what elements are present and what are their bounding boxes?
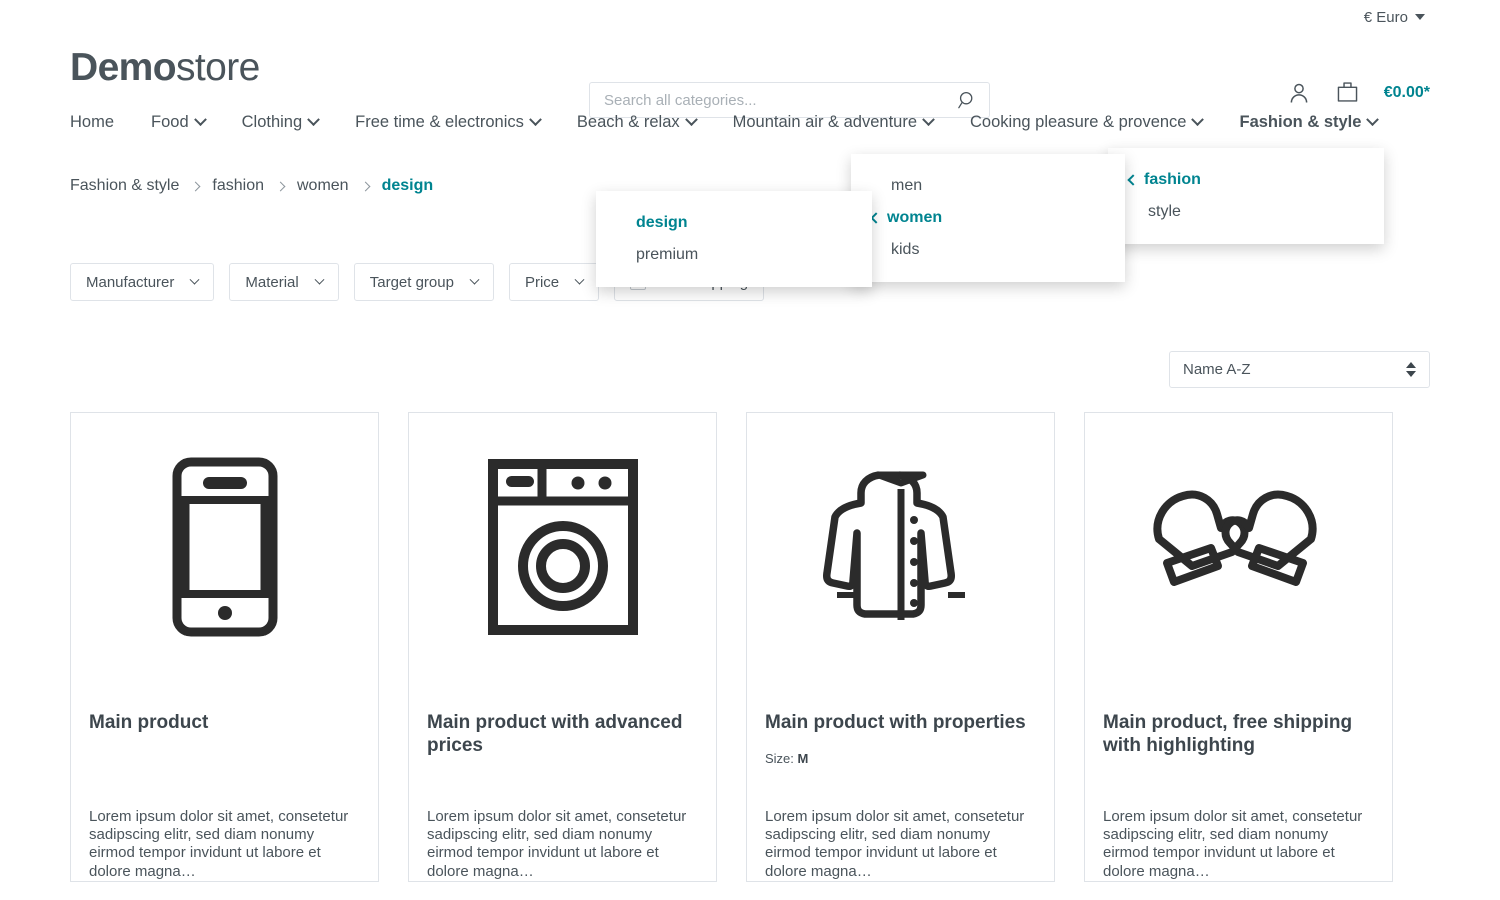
flyout-item-design[interactable]: design: [596, 207, 872, 239]
product-card[interactable]: Main product, free shipping with highlig…: [1084, 412, 1393, 882]
flyout-level-3: fashion style: [1108, 148, 1384, 244]
flyout-item-label: design: [636, 214, 688, 232]
product-image[interactable]: [427, 439, 698, 654]
chevron-left-icon: [1127, 174, 1138, 185]
sort-selected-value: Name A-Z: [1183, 361, 1251, 378]
logo-bold-part: Demo: [70, 46, 176, 89]
nav-item-cooking-pleasure-provence[interactable]: Cooking pleasure & provence: [970, 113, 1202, 132]
flyout-item-fashion[interactable]: fashion: [1108, 164, 1384, 196]
property-value: M: [798, 751, 809, 766]
breadcrumb-separator-icon: [191, 181, 201, 191]
breadcrumb-separator-icon: [360, 181, 370, 191]
currency-label: € Euro: [1364, 9, 1408, 26]
chevron-down-icon: [307, 113, 320, 126]
flyout-item-women[interactable]: women: [851, 202, 1125, 234]
chevron-down-icon: [922, 113, 935, 126]
flyout-item-style[interactable]: style: [1108, 196, 1384, 228]
nav-item-food[interactable]: Food: [151, 113, 205, 132]
filter-label: Manufacturer: [86, 274, 174, 291]
logo-light-part: store: [176, 46, 260, 89]
cart-total[interactable]: €0.00*: [1384, 84, 1430, 102]
chevron-down-icon: [575, 274, 585, 284]
filter-label: Price: [525, 274, 559, 291]
flyout-item-men[interactable]: men: [851, 170, 1125, 202]
chevron-down-icon: [314, 274, 324, 284]
nav-item-home[interactable]: Home: [70, 113, 114, 132]
chevron-down-icon: [1415, 14, 1425, 20]
flyout-level-1: design premium: [596, 191, 872, 287]
product-title[interactable]: Main product, free shipping with highlig…: [1103, 712, 1374, 758]
breadcrumb-separator-icon: [276, 181, 286, 191]
product-description: Lorem ipsum dolor sit amet, consetetur s…: [1103, 808, 1374, 881]
nav-item-label: Free time & electronics: [355, 113, 524, 132]
product-title[interactable]: Main product with properties: [765, 712, 1036, 735]
filter-label: Material: [245, 274, 298, 291]
product-image[interactable]: [765, 439, 1036, 654]
washing-machine-icon: [487, 458, 639, 636]
product-description: Lorem ipsum dolor sit amet, consetetur s…: [427, 808, 698, 881]
filter-price[interactable]: Price: [509, 263, 599, 301]
chevron-down-icon: [470, 274, 480, 284]
nav-item-free-time-electronics[interactable]: Free time & electronics: [355, 113, 540, 132]
flyout-item-label: men: [891, 177, 922, 195]
currency-switcher[interactable]: € Euro: [1364, 9, 1425, 26]
product-title[interactable]: Main product: [89, 712, 360, 735]
flyout-item-label: kids: [891, 241, 919, 259]
filter-label: Target group: [370, 274, 454, 291]
flyout-item-label: women: [887, 209, 942, 227]
nav-item-label: Food: [151, 113, 189, 132]
mittens-icon: [1149, 487, 1329, 607]
flyout-item-premium[interactable]: premium: [596, 239, 872, 271]
flyout-item-label: premium: [636, 246, 698, 264]
jacket-icon: [821, 457, 981, 637]
nav-item-label: Cooking pleasure & provence: [970, 113, 1186, 132]
filter-target-group[interactable]: Target group: [354, 263, 494, 301]
product-grid: Main product Lorem ipsum dolor sit amet,…: [0, 412, 1500, 882]
product-description: Lorem ipsum dolor sit amet, consetetur s…: [765, 808, 1036, 881]
flyout-level-2: men women kids: [851, 154, 1125, 282]
sort-select[interactable]: Name A-Z: [1169, 351, 1430, 388]
nav-item-clothing[interactable]: Clothing: [242, 113, 319, 132]
filter-material[interactable]: Material: [229, 263, 338, 301]
filter-manufacturer[interactable]: Manufacturer: [70, 263, 214, 301]
site-header: Demostore €0.00*: [0, 34, 1500, 100]
nav-item-label: Clothing: [242, 113, 303, 132]
chevron-down-icon: [1192, 113, 1205, 126]
product-card[interactable]: Main product with advanced prices Lorem …: [408, 412, 717, 882]
nav-item-mountain-air-adventure[interactable]: Mountain air & adventure: [733, 113, 933, 132]
chevron-down-icon: [685, 113, 698, 126]
site-logo[interactable]: Demostore: [70, 48, 260, 87]
nav-item-beach-relax[interactable]: Beach & relax: [577, 113, 696, 132]
chevron-down-icon: [190, 274, 200, 284]
product-description: Lorem ipsum dolor sit amet, consetetur s…: [89, 808, 360, 881]
nav-item-label: Home: [70, 113, 114, 132]
flyout-item-label: style: [1148, 203, 1181, 221]
flyout-item-kids[interactable]: kids: [851, 234, 1125, 266]
select-arrows-icon: [1406, 362, 1416, 377]
flyout-item-label: fashion: [1144, 171, 1201, 189]
chevron-down-icon: [529, 113, 542, 126]
smartphone-icon: [171, 456, 279, 638]
sorting-row: Name A-Z: [0, 351, 1500, 388]
top-utility-bar: € Euro: [0, 0, 1500, 34]
breadcrumb-item[interactable]: design: [382, 177, 434, 195]
nav-item-label: Fashion & style: [1239, 113, 1361, 132]
property-label: Size:: [765, 751, 794, 766]
product-card[interactable]: Main product with properties Size: M Lor…: [746, 412, 1055, 882]
product-title[interactable]: Main product with advanced prices: [427, 712, 698, 758]
product-card[interactable]: Main product Lorem ipsum dolor sit amet,…: [70, 412, 379, 882]
nav-item-label: Beach & relax: [577, 113, 680, 132]
nav-item-fashion-style[interactable]: Fashion & style: [1239, 113, 1377, 132]
main-navigation: Home Food Clothing Free time & electronics B…: [0, 100, 1500, 144]
breadcrumb-item[interactable]: women: [297, 177, 349, 195]
breadcrumb-item[interactable]: Fashion & style: [70, 177, 179, 195]
nav-item-label: Mountain air & adventure: [733, 113, 917, 132]
chevron-left-icon: [870, 212, 881, 223]
product-properties: Size: M: [765, 751, 1036, 766]
chevron-down-icon: [194, 113, 207, 126]
chevron-down-icon: [1367, 113, 1380, 126]
breadcrumb-item[interactable]: fashion: [212, 177, 264, 195]
product-image[interactable]: [1103, 439, 1374, 654]
product-image[interactable]: [89, 439, 360, 654]
